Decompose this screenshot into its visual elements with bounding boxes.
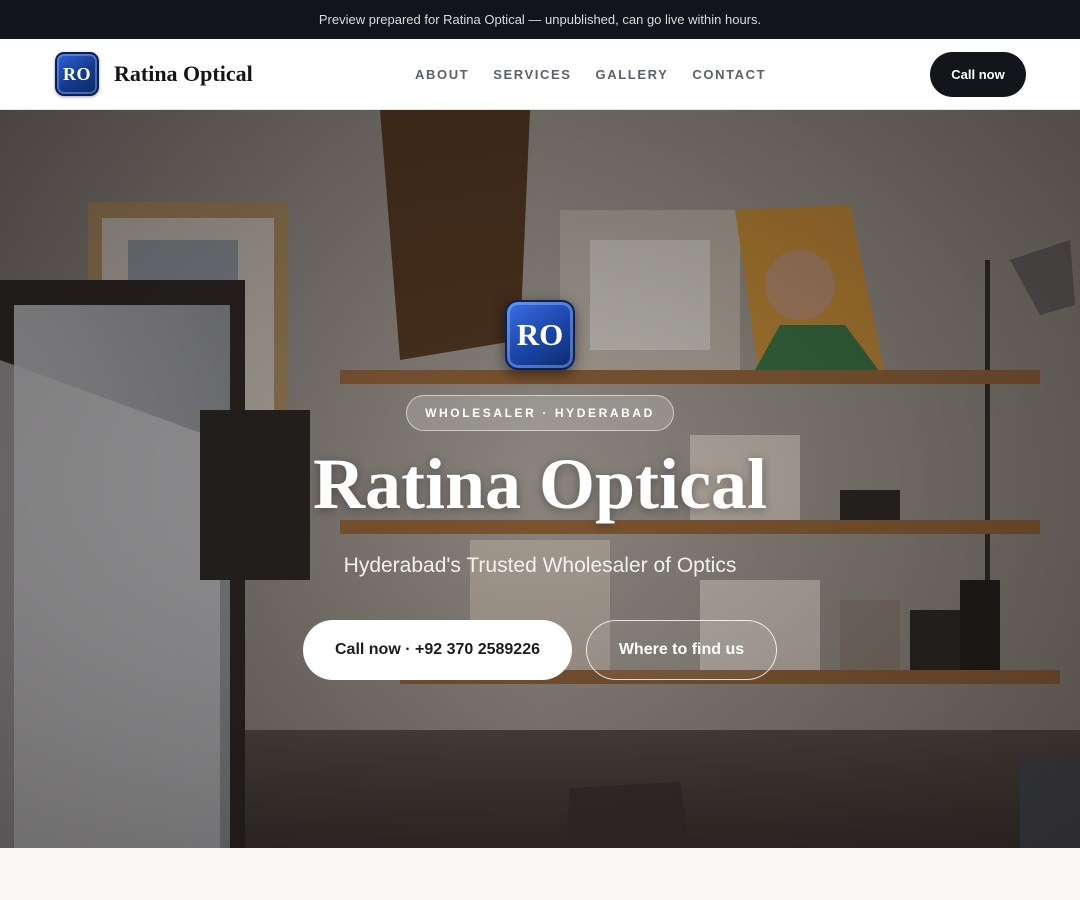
site-header: RO Ratina Optical ABOUT SERVICES GALLERY… bbox=[0, 39, 1080, 110]
preview-banner: Preview prepared for Ratina Optical — un… bbox=[0, 0, 1080, 39]
logo-icon: RO bbox=[55, 52, 99, 96]
nav-link-about[interactable]: ABOUT bbox=[415, 67, 469, 82]
hero-section: RO WHOLESALER · HYDERABAD Ratina Optical… bbox=[0, 110, 1080, 848]
nav-link-contact[interactable]: CONTACT bbox=[692, 67, 766, 82]
hero-tag-badge: WHOLESALER · HYDERABAD bbox=[406, 395, 674, 431]
preview-banner-text: Preview prepared for Ratina Optical — un… bbox=[318, 12, 762, 27]
hero-location-button[interactable]: Where to find us bbox=[586, 620, 777, 680]
nav-link-services[interactable]: SERVICES bbox=[493, 67, 571, 82]
header-call-button[interactable]: Call now bbox=[930, 52, 1026, 97]
hero-subtitle: Hyderabad's Trusted Wholesaler of Optics bbox=[343, 554, 737, 577]
hero-logo-icon: RO bbox=[505, 300, 575, 370]
main-nav: ABOUT SERVICES GALLERY CONTACT bbox=[403, 39, 778, 109]
brand-home-link[interactable]: RO Ratina Optical bbox=[55, 52, 253, 96]
brand-name: Ratina Optical bbox=[114, 61, 253, 86]
nav-link-gallery[interactable]: GALLERY bbox=[596, 67, 669, 82]
hero-call-button[interactable]: Call now · +92 370 2589226 bbox=[303, 620, 572, 680]
hero-title: Ratina Optical bbox=[312, 444, 767, 524]
